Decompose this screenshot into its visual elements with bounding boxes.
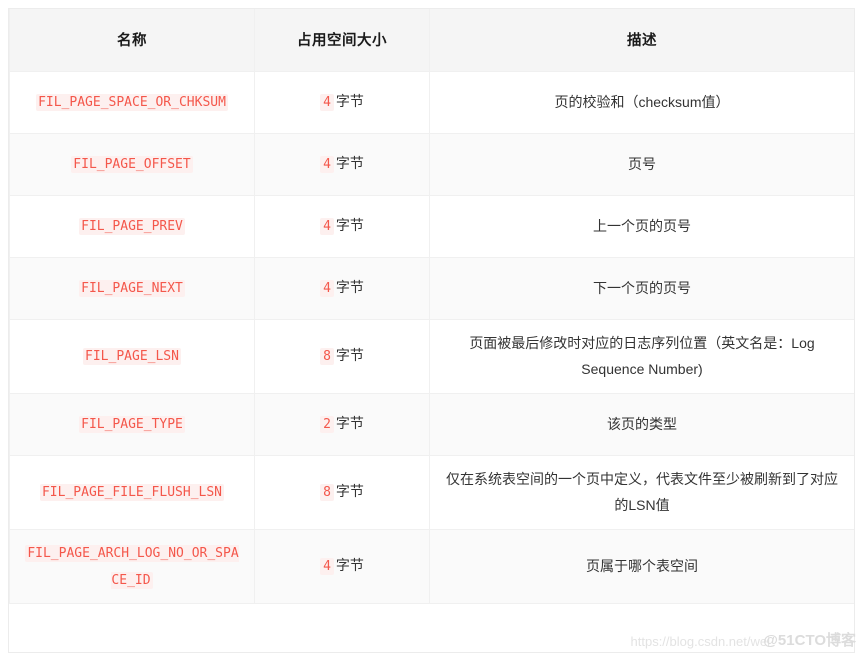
field-name-code: FIL_PAGE_NEXT [79, 279, 185, 297]
cell-field-name: FIL_PAGE_OFFSET [9, 132, 255, 196]
column-header-description: 描述 [429, 9, 854, 72]
cell-field-size: 4 字节 [254, 194, 430, 258]
field-size-unit: 字节 [335, 557, 364, 574]
cell-field-size: 8 字节 [254, 318, 430, 394]
field-size-unit: 字节 [335, 154, 364, 171]
field-size-unit: 字节 [335, 216, 364, 233]
cell-field-size: 4 字节 [254, 70, 430, 134]
field-size-code: 4 [320, 217, 334, 235]
cell-field-description: 页号 [429, 132, 854, 196]
cell-field-description: 上一个页的页号 [429, 194, 854, 258]
field-name-code: FIL_PAGE_LSN [83, 347, 181, 365]
page-container: 名称 占用空间大小 描述 FIL_PAGE_SPACE_OR_CHKSUM 4字… [0, 0, 866, 661]
field-size-unit: 字节 [335, 278, 364, 295]
field-size-unit: 字节 [335, 92, 364, 109]
field-size-code: 8 [320, 483, 334, 501]
field-description-text: 页的校验和（checksum值） [554, 93, 730, 110]
field-size-code: 8 [320, 347, 334, 365]
field-name-code: FIL_PAGE_PREV [79, 217, 185, 235]
cell-field-name: FIL_PAGE_SPACE_OR_CHKSUM [9, 70, 255, 134]
cell-field-size: 4 字节 [254, 256, 430, 320]
file-header-spec-table: 名称 占用空间大小 描述 FIL_PAGE_SPACE_OR_CHKSUM 4字… [9, 9, 854, 605]
field-description-text: 仅在系统表空间的一个页中定义，代表文件至少被刷新到了对应的LSN值 [446, 470, 838, 514]
cell-field-name: FIL_PAGE_ARCH_LOG_NO_OR_SPACE_ID [9, 528, 255, 605]
table-row: FIL_PAGE_FILE_FLUSH_LSN 8 字节 仅在系统表空间的一个页中… [9, 454, 854, 530]
field-size-code: 2 [320, 415, 334, 433]
field-description-text: 上一个页的页号 [593, 217, 691, 234]
field-description-text: 页面被最后修改时对应的日志序列位置（英文名是：Log Sequence Numb… [469, 334, 815, 378]
field-size-unit: 字节 [335, 414, 364, 431]
spec-table-frame: 名称 占用空间大小 描述 FIL_PAGE_SPACE_OR_CHKSUM 4字… [8, 8, 855, 653]
cell-field-description: 下一个页的页号 [429, 256, 854, 320]
cell-field-name: FIL_PAGE_LSN [9, 318, 255, 394]
column-header-size: 占用空间大小 [254, 9, 430, 72]
column-header-name: 名称 [9, 9, 255, 72]
cell-field-description: 页属于哪个表空间 [429, 528, 854, 605]
cell-field-name: FIL_PAGE_TYPE [9, 392, 255, 456]
field-description-text: 页号 [628, 155, 656, 172]
table-row: FIL_PAGE_TYPE 2 字节 该页的类型 [9, 392, 854, 456]
cell-field-name: FIL_PAGE_PREV [9, 194, 255, 258]
table-row: FIL_PAGE_OFFSET 4 字节 页号 [9, 132, 854, 196]
table-body: FIL_PAGE_SPACE_OR_CHKSUM 4 字节 页的校验和（check… [9, 70, 854, 605]
cell-field-description: 页面被最后修改时对应的日志序列位置（英文名是：Log Sequence Numb… [429, 318, 854, 394]
cell-field-description: 该页的类型 [429, 392, 854, 456]
cell-field-description: 页的校验和（checksum值） [429, 70, 854, 134]
field-size-unit: 字节 [335, 346, 364, 363]
field-name-code: FIL_PAGE_ARCH_LOG_NO_OR_SPACE_ID [25, 544, 239, 589]
field-description-text: 页属于哪个表空间 [586, 558, 698, 575]
field-name-code: FIL_PAGE_OFFSET [71, 155, 193, 173]
table-row: FIL_PAGE_LSN 8 字节 页面被最后修改时对应的日志序列位置（英文名是：… [9, 318, 854, 394]
field-name-code: FIL_PAGE_SPACE_OR_CHKSUM [36, 93, 228, 111]
table-header: 名称 占用空间大小 描述 [9, 9, 854, 72]
table-row: FIL_PAGE_NEXT 4 字节 下一个页的页号 [9, 256, 854, 320]
field-description-text: 该页的类型 [607, 415, 677, 432]
field-name-code: FIL_PAGE_FILE_FLUSH_LSN [39, 483, 224, 501]
field-size-unit: 字节 [335, 482, 364, 499]
cell-field-size: 8 字节 [254, 454, 430, 530]
cell-field-name: FIL_PAGE_FILE_FLUSH_LSN [9, 454, 255, 530]
cell-field-size: 4 字节 [254, 528, 430, 605]
field-size-code: 4 [320, 155, 334, 173]
field-name-code: FIL_PAGE_TYPE [79, 415, 185, 433]
field-description-text: 下一个页的页号 [593, 279, 691, 296]
table-row: FIL_PAGE_ARCH_LOG_NO_OR_SPACE_ID 4 字节 页属于… [9, 528, 854, 605]
field-size-code: 4 [320, 93, 334, 111]
cell-field-description: 仅在系统表空间的一个页中定义，代表文件至少被刷新到了对应的LSN值 [429, 454, 854, 530]
cell-field-size: 4 字节 [254, 132, 430, 196]
table-row: FIL_PAGE_PREV 4 字节 上一个页的页号 [9, 194, 854, 258]
field-size-code: 4 [320, 558, 334, 576]
cell-field-name: FIL_PAGE_NEXT [9, 256, 255, 320]
table-row: FIL_PAGE_SPACE_OR_CHKSUM 4 字节 页的校验和（check… [9, 70, 854, 134]
table-header-row: 名称 占用空间大小 描述 [9, 9, 854, 72]
cell-field-size: 2 字节 [254, 392, 430, 456]
field-size-code: 4 [320, 279, 334, 297]
